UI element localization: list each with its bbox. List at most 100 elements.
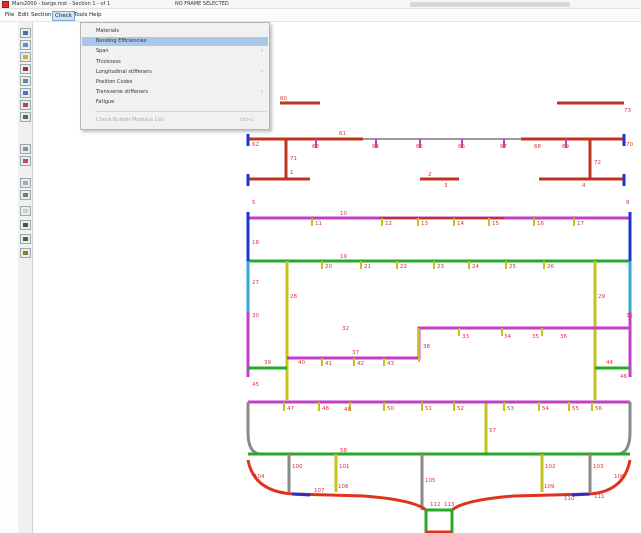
check-dropdown-menu: Materials Bending Efficiencies Span › Thi… bbox=[80, 22, 270, 130]
drawing-label: 9 bbox=[626, 200, 630, 206]
drawing-label: 107 bbox=[314, 488, 325, 494]
drawing-label: 70 bbox=[626, 142, 633, 148]
drawing-label: 110 bbox=[564, 496, 575, 502]
title-bar: Mars2000 - barge.mst - Section 1 - of 1 … bbox=[0, 0, 641, 9]
drawing-label: 10 bbox=[340, 211, 347, 217]
menu-item-span[interactable]: Span › bbox=[82, 47, 268, 56]
drawing-label: 68 bbox=[534, 144, 541, 150]
drawing-label: 50 bbox=[387, 406, 394, 412]
bilge-left bbox=[246, 402, 260, 456]
drawing-label: 100 bbox=[292, 464, 303, 470]
panel-icon[interactable] bbox=[20, 76, 31, 86]
stiffener-icon[interactable] bbox=[20, 88, 31, 98]
copy-icon[interactable] bbox=[20, 206, 31, 216]
bottom-blue-right bbox=[571, 492, 591, 497]
node-icon[interactable] bbox=[20, 64, 31, 74]
menu-separator bbox=[95, 111, 267, 112]
drawing-label: 23 bbox=[437, 264, 444, 270]
drawing-label: 45 bbox=[252, 382, 259, 388]
drawing-label: 112 bbox=[430, 502, 441, 508]
drawing-label: 106 bbox=[614, 474, 625, 480]
keel-box bbox=[424, 508, 454, 533]
drawing-label: 58 bbox=[340, 448, 347, 454]
menu-item-longitudinal-stiffeners[interactable]: Longitudinal stiffeners › bbox=[82, 68, 268, 77]
drawing-label: 38 bbox=[423, 344, 430, 350]
drawing-label: 60 bbox=[280, 96, 287, 102]
tank-icon[interactable] bbox=[20, 234, 31, 244]
drawing-label: 57 bbox=[489, 428, 496, 434]
drawing-label: 43 bbox=[387, 361, 394, 367]
girder-icon[interactable] bbox=[20, 100, 31, 110]
menu-item-materials[interactable]: Materials bbox=[82, 27, 268, 36]
drawing-label: 4 bbox=[582, 183, 586, 189]
drawing-label: 113 bbox=[444, 502, 455, 508]
drawing-label: 33 bbox=[462, 334, 469, 340]
zoom-icon[interactable] bbox=[20, 40, 31, 50]
drawing-label: 55 bbox=[572, 406, 579, 412]
drawing-label: 73 bbox=[624, 108, 631, 114]
drawing-label: 54 bbox=[542, 406, 549, 412]
chart-icon[interactable] bbox=[20, 156, 31, 166]
bilge-right bbox=[618, 402, 632, 456]
submenu-arrow-icon: › bbox=[261, 69, 263, 75]
app-icon bbox=[2, 1, 9, 8]
delete-icon[interactable] bbox=[20, 220, 31, 230]
drawing-label: 19 bbox=[340, 254, 347, 260]
drawing-label: 27 bbox=[252, 280, 259, 286]
drawing-label: 67 bbox=[500, 144, 507, 150]
drawing-label: 28 bbox=[290, 294, 297, 300]
drawing-label: 14 bbox=[457, 221, 464, 227]
drawing-label: 62 bbox=[252, 142, 259, 148]
window-status: NO FRAME SELECTED bbox=[175, 1, 229, 7]
drawing-label: 52 bbox=[457, 406, 464, 412]
drawing-label: 1 bbox=[290, 170, 294, 176]
drawing-label: 102 bbox=[545, 464, 556, 470]
drawing-label: 30 bbox=[252, 313, 259, 319]
drawing-label: 36 bbox=[560, 334, 567, 340]
menu-item-thickness[interactable]: Thickness bbox=[82, 58, 268, 67]
drawing-label: 12 bbox=[385, 221, 392, 227]
menu-item-transverse-stiffeners[interactable]: Transverse stiffeners › bbox=[82, 88, 268, 97]
submenu-arrow-icon: › bbox=[261, 89, 263, 95]
drawing-label: 31 bbox=[626, 313, 633, 319]
drawing-label: 48 bbox=[322, 406, 329, 412]
drawing-label: 105 bbox=[425, 478, 436, 484]
print-icon[interactable] bbox=[20, 144, 31, 154]
menu-bar: File Edit Section Check Tools Help bbox=[0, 9, 641, 22]
drawing-label: 47 bbox=[287, 406, 294, 412]
drawing-label: 111 bbox=[594, 494, 605, 500]
drawing-label: 69 bbox=[562, 144, 569, 150]
menu-section[interactable]: Section bbox=[29, 11, 53, 19]
select-icon[interactable] bbox=[20, 28, 31, 38]
frame-icon[interactable] bbox=[20, 112, 31, 122]
inner-step-deck bbox=[287, 326, 595, 360]
drawing-label: 63 bbox=[312, 144, 319, 150]
menu-item-fatigue[interactable]: Fatigue bbox=[82, 98, 268, 107]
drawing-label: 64 bbox=[372, 144, 379, 150]
menu-help[interactable]: Help bbox=[87, 11, 104, 19]
drawing-label: 44 bbox=[606, 360, 613, 366]
pan-icon[interactable] bbox=[20, 52, 31, 62]
drawing-label: 41 bbox=[325, 361, 332, 367]
load-icon[interactable] bbox=[20, 248, 31, 258]
drawing-label: 72 bbox=[594, 160, 601, 166]
menu-item-position-codes[interactable]: Position Codes bbox=[82, 78, 268, 87]
drawing-label: 25 bbox=[509, 264, 516, 270]
drawing-label: 71 bbox=[290, 156, 297, 162]
drawing-label: 103 bbox=[593, 464, 604, 470]
menu-file[interactable]: File bbox=[3, 11, 16, 19]
drawing-label: 40 bbox=[298, 360, 305, 366]
drawing-label: 109 bbox=[544, 484, 555, 490]
drawing-label: 22 bbox=[400, 264, 407, 270]
move-icon[interactable] bbox=[20, 190, 31, 200]
drawing-label: 46 bbox=[620, 374, 627, 380]
scale-icon[interactable] bbox=[20, 178, 31, 188]
drawing-label: 53 bbox=[507, 406, 514, 412]
drawing-label: 51 bbox=[425, 406, 432, 412]
drawing-label: 11 bbox=[315, 221, 322, 227]
drawing-label: 3 bbox=[444, 183, 448, 189]
drawing-label: 61 bbox=[339, 131, 346, 137]
menu-item-bending-efficiencies[interactable]: Bending Efficiencies bbox=[82, 37, 268, 46]
drawing-label: 34 bbox=[504, 334, 511, 340]
drawing-label: 32 bbox=[342, 326, 349, 332]
